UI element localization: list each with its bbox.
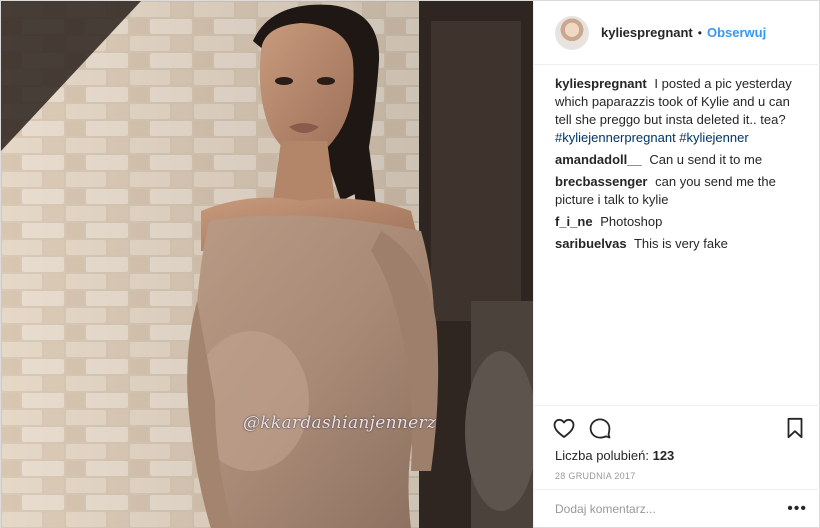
comment-username[interactable]: brecbassenger [555,174,648,189]
photo-watermark: @kkardashianjennerz [243,413,437,433]
photo-illustration [1,1,533,528]
comment-item: f_i_ne Photoshop [555,213,804,231]
caption-hashtags[interactable]: #kyliejennerpregnant #kyliejenner [555,130,749,145]
post-header: kyliespregnant • Obserwuj [534,1,820,65]
header-username[interactable]: kyliespregnant [601,25,693,40]
instagram-post: @kkardashianjennerz kyliespregnant • Obs… [0,0,820,528]
add-comment-bar: ••• [534,489,820,527]
follow-button[interactable]: Obserwuj [707,25,766,40]
more-options-icon[interactable]: ••• [787,500,807,518]
comment-text: This is very fake [633,236,728,251]
comments-list: kyliespregnant I posted a pic yesterday … [534,65,820,405]
comment-item: brecbassenger can you send me the pictur… [555,173,804,209]
comment-bubble-icon[interactable] [588,416,612,440]
bookmark-icon[interactable] [783,416,807,440]
caption-username[interactable]: kyliespregnant [555,76,647,91]
likes-label: Liczba polubień: [555,448,649,463]
comment-username[interactable]: saribuelvas [555,236,627,251]
post-photo[interactable]: @kkardashianjennerz [1,1,533,528]
heart-icon[interactable] [552,416,576,440]
comment-item: saribuelvas This is very fake [555,235,804,253]
post-actions-section: Liczba polubień: 123 28 grudnia 2017 [534,405,820,481]
likes-count[interactable]: Liczba polubień: 123 [534,447,820,465]
header-separator: • [697,25,702,40]
comment-text: Photoshop [600,214,663,229]
comment-username[interactable]: f_i_ne [555,214,593,229]
caption: kyliespregnant I posted a pic yesterday … [555,75,804,147]
likes-number: 123 [652,448,675,463]
post-side-panel: kyliespregnant • Obserwuj kyliespregnant… [533,1,820,527]
avatar[interactable] [555,15,589,50]
comment-username[interactable]: amandadoll__ [555,152,642,167]
action-bar [534,406,820,450]
comment-input[interactable] [555,501,788,516]
comment-item: amandadoll__ Can u send it to me [555,151,804,169]
comment-text: Can u send it to me [649,152,763,167]
post-date[interactable]: 28 grudnia 2017 [534,465,820,481]
